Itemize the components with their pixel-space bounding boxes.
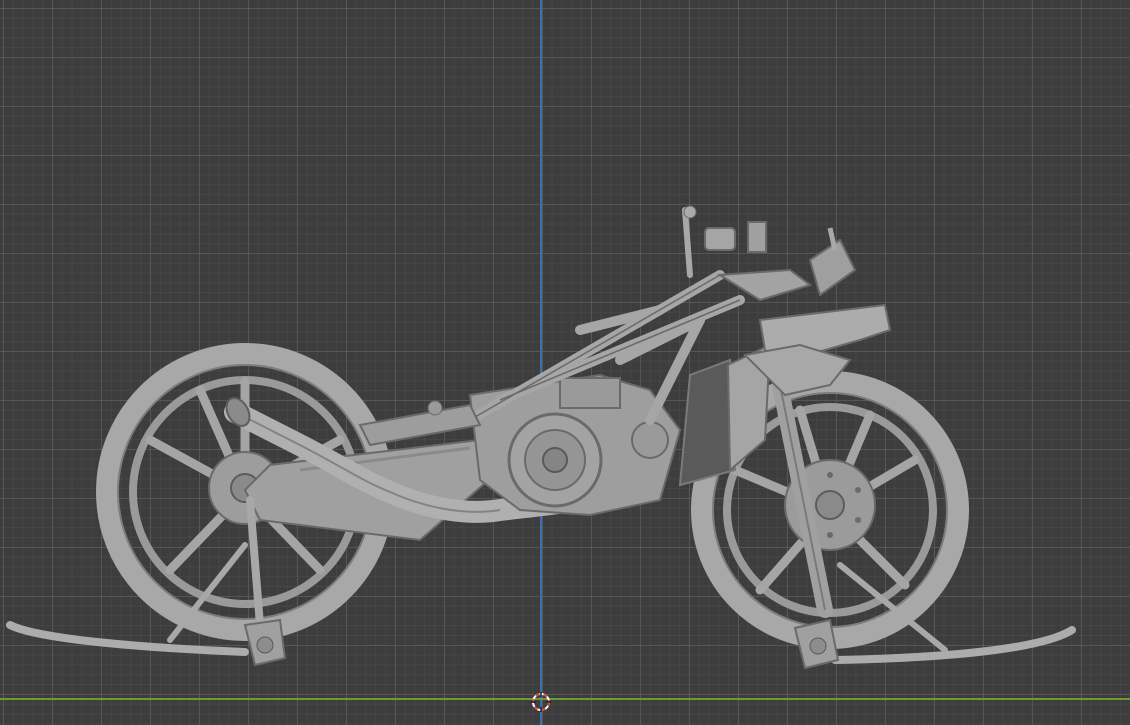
rear-suspension[interactable] xyxy=(358,400,482,447)
3d-viewport[interactable] xyxy=(0,0,1130,725)
3d-cursor-icon[interactable] xyxy=(530,691,552,713)
motorcycle-model[interactable] xyxy=(0,0,1130,725)
